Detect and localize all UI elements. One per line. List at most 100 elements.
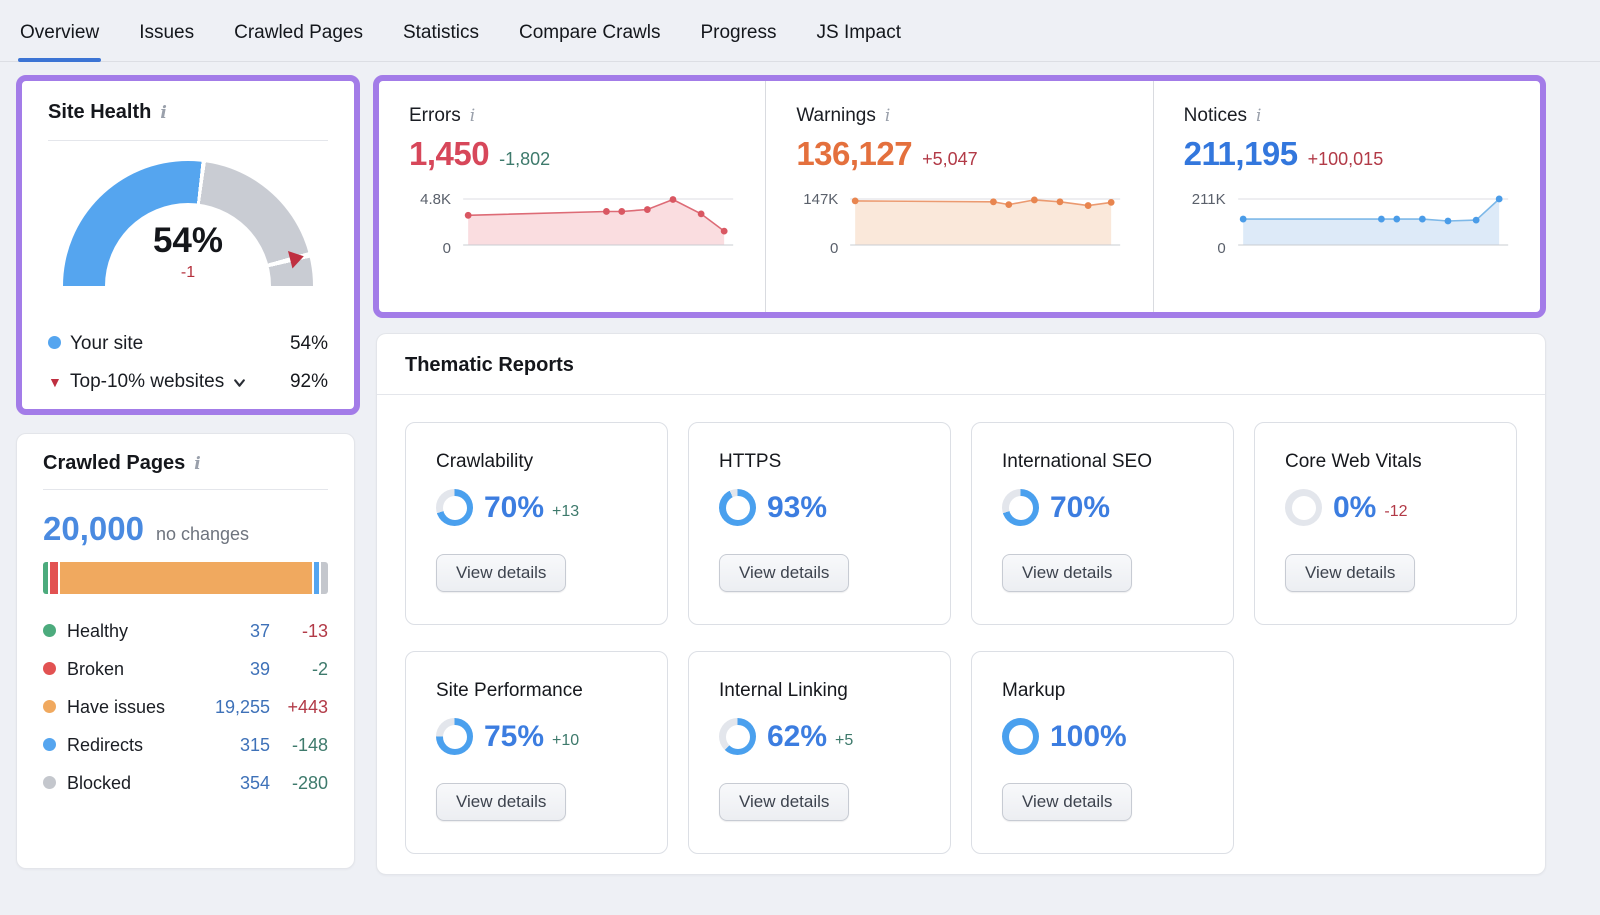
legend-value: 54% — [290, 333, 328, 355]
tab-issues[interactable]: Issues — [137, 22, 196, 61]
crawled-pages-title-text: Crawled Pages — [43, 452, 185, 475]
info-icon[interactable]: i — [194, 454, 200, 474]
donut-chart — [436, 489, 473, 526]
card-title: HTTPS — [719, 451, 920, 473]
row-broken: Broken 39 -2 — [43, 650, 328, 688]
issues-summary-panel: Errors i 1,450 -1,802 4.8K 0 Warnings i … — [373, 75, 1546, 318]
thematic-cards-grid: Crawlability 70% +13 View details HTTPS … — [377, 395, 1545, 881]
view-details-button[interactable]: View details — [436, 783, 566, 821]
view-details-button[interactable]: View details — [436, 554, 566, 592]
view-details-button[interactable]: View details — [1285, 554, 1415, 592]
row-value[interactable]: 37 — [250, 621, 270, 642]
notices-sparkline — [1236, 189, 1510, 251]
card-markup: Markup 100% View details — [971, 651, 1234, 854]
row-label: Healthy — [67, 621, 128, 642]
card-title: International SEO — [1002, 451, 1203, 473]
bar-segment-broken[interactable] — [50, 562, 59, 594]
axis-min-label: 0 — [443, 240, 451, 257]
tab-crawled-pages[interactable]: Crawled Pages — [232, 22, 365, 61]
card-percent: 100% — [1050, 720, 1127, 754]
blue-dot-icon — [48, 333, 70, 355]
view-details-button[interactable]: View details — [1002, 554, 1132, 592]
tab-overview[interactable]: Overview — [18, 22, 101, 61]
row-blocked: Blocked 354 -280 — [43, 764, 328, 802]
notices-chart: 211K 0 — [1184, 189, 1510, 251]
info-icon[interactable]: i — [885, 106, 890, 126]
row-change: -13 — [270, 621, 328, 642]
view-details-button[interactable]: View details — [1002, 783, 1132, 821]
row-change: +443 — [270, 697, 328, 718]
card-title: Markup — [1002, 680, 1203, 702]
errors-axis: 4.8K 0 — [409, 189, 461, 251]
axis-max-label: 211K — [1192, 191, 1226, 208]
bar-segment-blocked[interactable] — [321, 562, 328, 594]
card-core-web-vitals: Core Web Vitals 0% -12 View details — [1254, 422, 1517, 625]
warnings-sparkline — [848, 189, 1122, 251]
row-value[interactable]: 354 — [240, 773, 270, 794]
divider — [43, 489, 328, 490]
card-site-performance: Site Performance 75% +10 View details — [405, 651, 668, 854]
thematic-reports-title: Thematic Reports — [405, 354, 574, 377]
card-https: HTTPS 93% View details — [688, 422, 951, 625]
card-change: +5 — [835, 732, 853, 750]
info-icon[interactable]: i — [470, 106, 475, 126]
donut-chart — [1285, 489, 1322, 526]
card-crawlability: Crawlability 70% +13 View details — [405, 422, 668, 625]
info-icon[interactable]: i — [160, 103, 166, 123]
row-label: Redirects — [67, 735, 143, 756]
site-health-value: 54% — [63, 221, 313, 261]
card-internal-linking: Internal Linking 62% +5 View details — [688, 651, 951, 854]
axis-max-label: 4.8K — [420, 191, 451, 208]
tab-progress[interactable]: Progress — [698, 22, 778, 61]
bar-segment-have-issues[interactable] — [60, 562, 314, 594]
card-change: +10 — [552, 732, 579, 750]
row-redirects: Redirects 315 -148 — [43, 726, 328, 764]
card-international-seo: International SEO 70% View details — [971, 422, 1234, 625]
warnings-title-text: Warnings — [796, 105, 876, 127]
row-healthy: Healthy 37 -13 — [43, 612, 328, 650]
card-percent: 70% — [1050, 491, 1110, 525]
row-value[interactable]: 315 — [240, 735, 270, 756]
notices-title: Notices i — [1184, 105, 1510, 127]
site-health-title: Site Health i — [48, 101, 328, 124]
view-details-button[interactable]: View details — [719, 783, 849, 821]
card-title: Internal Linking — [719, 680, 920, 702]
card-change: +13 — [552, 503, 579, 521]
orange-dot-icon — [43, 697, 67, 718]
crawled-pages-legend: Healthy 37 -13 Broken 39 -2 Have issues … — [43, 612, 328, 802]
green-dot-icon — [43, 621, 67, 642]
errors-title-text: Errors — [409, 105, 461, 127]
tab-statistics[interactable]: Statistics — [401, 22, 481, 61]
site-health-panel: Site Health i 54% -1 Your site 54% ▼ Top… — [16, 75, 360, 415]
warnings-title: Warnings i — [796, 105, 1122, 127]
legend-label: Your site — [70, 333, 143, 355]
crawled-pages-title: Crawled Pages i — [43, 452, 328, 475]
tab-compare-crawls[interactable]: Compare Crawls — [517, 22, 662, 61]
bar-segment-redirects[interactable] — [314, 562, 321, 594]
row-value[interactable]: 39 — [250, 659, 270, 680]
errors-chart: 4.8K 0 — [409, 189, 735, 251]
notices-title-text: Notices — [1184, 105, 1247, 127]
info-icon[interactable]: i — [1256, 106, 1261, 126]
crawled-total[interactable]: 20,000 — [43, 510, 144, 548]
thematic-reports-header: Thematic Reports — [377, 334, 1545, 394]
view-details-button[interactable]: View details — [719, 554, 849, 592]
warnings-change: +5,047 — [922, 149, 978, 170]
chevron-down-icon[interactable] — [232, 375, 247, 390]
bar-segment-healthy[interactable] — [43, 562, 50, 594]
warnings-chart: 147K 0 — [796, 189, 1122, 251]
warnings-column: Warnings i 136,127 +5,047 147K 0 — [765, 81, 1152, 312]
red-dot-icon — [43, 659, 67, 680]
site-health-gauge: 54% -1 — [63, 161, 313, 313]
row-label: Blocked — [67, 773, 131, 794]
card-percent: 0% — [1333, 491, 1376, 525]
warnings-axis: 147K 0 — [796, 189, 848, 251]
errors-title: Errors i — [409, 105, 735, 127]
axis-min-label: 0 — [1217, 240, 1225, 257]
axis-max-label: 147K — [803, 191, 838, 208]
card-title: Site Performance — [436, 680, 637, 702]
card-change: -12 — [1384, 503, 1407, 521]
tab-js-impact[interactable]: JS Impact — [815, 22, 903, 61]
site-health-legend: Your site 54% ▼ Top-10% websites 92% — [48, 325, 328, 401]
row-value[interactable]: 19,255 — [215, 697, 270, 718]
